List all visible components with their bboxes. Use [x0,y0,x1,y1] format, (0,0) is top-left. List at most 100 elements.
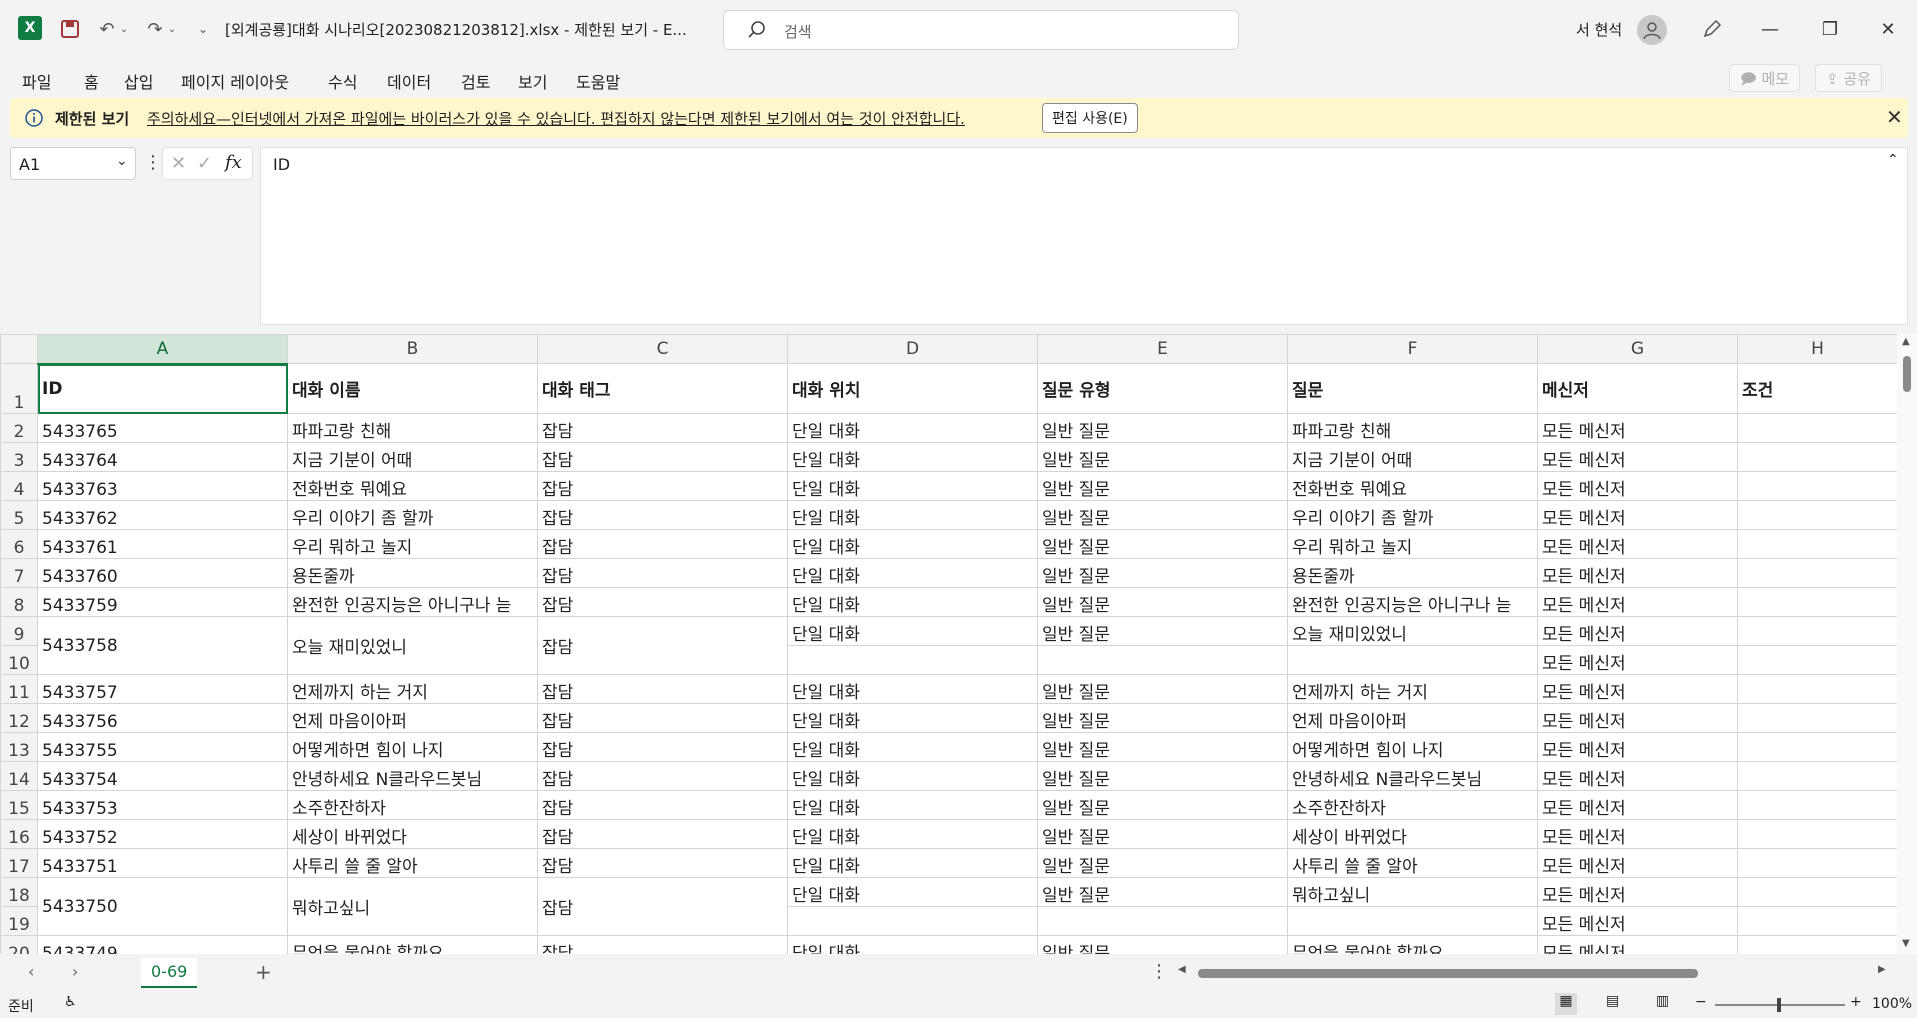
table-cell[interactable]: 모든 메신저 [1537,587,1738,617]
row-header[interactable]: 14 [0,761,38,791]
table-cell[interactable]: 단일 대화 [787,877,1038,907]
next-sheet-icon[interactable]: › [72,962,78,981]
table-cell[interactable]: 지금 기분이 어때 [287,442,538,472]
enable-editing-button[interactable]: 편집 사용(E) [1042,103,1138,133]
table-cell[interactable]: 모든 메신저 [1537,645,1738,675]
menu-view[interactable]: 보기 [518,69,547,93]
table-cell[interactable]: 모든 메신저 [1537,877,1738,907]
worksheet-grid[interactable]: A B C D E F G H 1 ID 대화 이름 대화 태그 대화 위치 질… [0,334,1917,954]
table-cell[interactable] [1737,471,1898,501]
tab-options-icon[interactable]: ⋮ [1150,961,1168,982]
table-cell[interactable]: 전화번호 뭐예요 [287,471,538,501]
table-cell[interactable] [1737,674,1898,704]
row-header[interactable]: 5 [0,500,38,530]
row-header[interactable]: 18 [0,877,38,907]
table-cell[interactable]: 일반 질문 [1037,500,1288,530]
table-cell[interactable]: 뭐하고싶니 [287,877,538,936]
table-cell[interactable]: 잡담 [537,761,788,791]
table-cell[interactable]: 소주한잔하자 [1287,790,1538,820]
table-cell[interactable]: 단일 대화 [787,848,1038,878]
column-header-b[interactable]: B [287,334,538,364]
table-cell[interactable]: 용돈줄까 [1287,558,1538,588]
accessibility-icon[interactable]: ♿ [64,994,77,1010]
table-cell[interactable]: 무엇을 물어야 할까요 [287,935,538,954]
table-cell[interactable]: 잡담 [537,877,788,936]
table-cell[interactable]: 잡담 [537,413,788,443]
table-cell[interactable] [1737,529,1898,559]
row-header[interactable]: 4 [0,471,38,501]
more-options-icon[interactable]: ⋮ [144,152,162,173]
menu-home[interactable]: 홈 [84,69,99,93]
table-cell[interactable]: 우리 이야기 좀 할까 [1287,500,1538,530]
protected-view-message[interactable]: 주의하세요—인터넷에서 가져온 파일에는 바이러스가 있을 수 있습니다. 편집… [147,108,965,129]
table-cell[interactable]: 잡담 [537,616,788,675]
formula-input[interactable]: ID ⌃ [260,147,1908,325]
table-cell[interactable] [1737,877,1898,907]
user-name[interactable]: 서 현석 [1576,19,1622,40]
table-cell[interactable]: 언제 마음이아퍼 [287,703,538,733]
save-icon[interactable] [55,14,85,44]
header-cell[interactable]: 질문 유형 [1037,363,1288,414]
row-header[interactable]: 1 [0,363,38,414]
table-cell[interactable] [787,906,1038,936]
page-break-view-icon[interactable]: ▥ [1656,993,1669,1009]
table-cell[interactable]: 모든 메신저 [1537,674,1738,704]
table-cell[interactable]: 잡담 [537,587,788,617]
table-cell[interactable]: 잡담 [537,732,788,762]
table-cell[interactable]: 일반 질문 [1037,674,1288,704]
table-cell[interactable]: 언제까지 하는 거지 [287,674,538,704]
table-cell[interactable]: 5433757 [37,674,288,704]
table-cell[interactable]: 단일 대화 [787,935,1038,954]
table-cell[interactable]: 모든 메신저 [1537,442,1738,472]
table-cell[interactable]: 소주한잔하자 [287,790,538,820]
horizontal-scroll-thumb[interactable] [1198,969,1698,978]
table-cell[interactable]: 잡담 [537,442,788,472]
row-header[interactable]: 7 [0,558,38,588]
table-cell[interactable]: 모든 메신저 [1537,703,1738,733]
horizontal-scrollbar[interactable]: ◀ ▶ [1178,964,1892,982]
table-cell[interactable] [1737,848,1898,878]
table-cell[interactable]: 잡담 [537,848,788,878]
row-header[interactable]: 12 [0,703,38,733]
undo-dropdown-icon[interactable]: ⌄ [117,14,131,44]
table-cell[interactable]: 단일 대화 [787,761,1038,791]
table-cell[interactable] [1737,645,1898,675]
table-cell[interactable]: 파파고랑 친해 [1287,413,1538,443]
table-cell[interactable] [1737,442,1898,472]
table-cell[interactable]: 잡담 [537,500,788,530]
table-cell[interactable]: 단일 대화 [787,471,1038,501]
select-all-corner[interactable] [0,334,38,364]
row-header[interactable]: 20 [0,935,38,954]
menu-insert[interactable]: 삽입 [124,69,153,93]
table-cell[interactable]: 무엇을 물어야 할까요 [1287,935,1538,954]
scroll-left-icon[interactable]: ◀ [1178,964,1186,975]
table-cell[interactable] [1737,732,1898,762]
table-cell[interactable]: 모든 메신저 [1537,616,1738,646]
table-cell[interactable]: 우리 이야기 좀 할까 [287,500,538,530]
confirm-icon[interactable]: ✓ [197,153,212,174]
table-cell[interactable]: 세상이 바뀌었다 [287,819,538,849]
table-cell[interactable]: 잡담 [537,471,788,501]
row-header[interactable]: 10 [0,645,38,675]
table-cell[interactable]: 용돈줄까 [287,558,538,588]
table-cell[interactable]: 오늘 재미있었니 [287,616,538,675]
table-cell[interactable]: 5433750 [37,877,288,936]
table-cell[interactable]: 오늘 재미있었니 [1287,616,1538,646]
vertical-scroll-thumb[interactable] [1903,356,1911,392]
menu-file[interactable]: 파일 [22,69,51,93]
table-cell[interactable]: 모든 메신저 [1537,935,1738,954]
table-cell[interactable] [1287,906,1538,936]
close-icon[interactable]: ✕ [1886,105,1903,129]
table-cell[interactable]: 안녕하세요 N클라우드봇님 [1287,761,1538,791]
table-cell[interactable]: 우리 뭐하고 놀지 [287,529,538,559]
table-cell[interactable]: 모든 메신저 [1537,790,1738,820]
row-header[interactable]: 17 [0,848,38,878]
table-cell[interactable]: 잡담 [537,674,788,704]
table-cell[interactable]: 일반 질문 [1037,413,1288,443]
table-cell[interactable]: 모든 메신저 [1537,819,1738,849]
table-cell[interactable]: 단일 대화 [787,442,1038,472]
table-cell[interactable]: 5433761 [37,529,288,559]
pen-icon[interactable] [1697,14,1727,44]
table-cell[interactable]: 5433765 [37,413,288,443]
table-cell[interactable]: 모든 메신저 [1537,761,1738,791]
